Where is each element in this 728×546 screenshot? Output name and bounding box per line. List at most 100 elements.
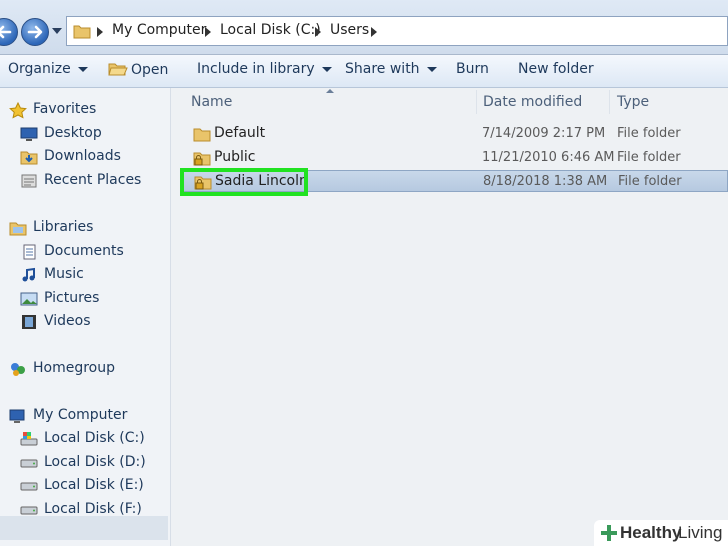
- burn-button[interactable]: Burn: [456, 61, 489, 77]
- breadcrumb-my-computer[interactable]: My Computer: [112, 22, 206, 38]
- back-button[interactable]: [0, 18, 18, 46]
- sort-ascending-icon: [326, 89, 334, 93]
- nav-videos[interactable]: Videos: [22, 313, 91, 329]
- plus-cross-icon: [601, 525, 617, 541]
- downloads-folder-icon: [20, 151, 38, 165]
- nav-downloads-label: Downloads: [44, 148, 121, 164]
- nav-drive-c-label: Local Disk (C:): [44, 430, 145, 446]
- back-arrow-icon: [0, 25, 12, 39]
- nav-recent-places-label: Recent Places: [44, 172, 142, 188]
- breadcrumb-separator-icon[interactable]: [371, 27, 377, 37]
- watermark-text-living: Living: [678, 523, 723, 542]
- nav-downloads[interactable]: Downloads: [20, 148, 121, 165]
- file-name: Default: [214, 125, 266, 141]
- nav-music-label: Music: [44, 266, 84, 282]
- locked-folder-icon: [193, 152, 211, 166]
- nav-recent-places[interactable]: Recent Places: [21, 172, 142, 188]
- nav-drive-c[interactable]: Local Disk (C:): [20, 430, 145, 446]
- nav-homegroup-label: Homegroup: [33, 360, 116, 376]
- file-type: File folder: [617, 126, 681, 141]
- file-list-pane: Name Date modified Type Default 7/14/200…: [171, 88, 728, 546]
- nav-drive-e-label: Local Disk (E:): [44, 477, 144, 493]
- drive-icon: [20, 482, 38, 491]
- watermark-text-healthy: Healthy: [620, 523, 682, 542]
- organize-label: Organize: [8, 61, 71, 77]
- nav-pictures[interactable]: Pictures: [20, 290, 100, 306]
- system-drive-icon: [20, 432, 38, 446]
- drive-icon: [20, 506, 38, 515]
- folder-icon: [193, 128, 211, 142]
- file-date: 7/14/2009 2:17 PM: [482, 126, 606, 141]
- breadcrumb-separator-icon[interactable]: [97, 27, 103, 37]
- address-bar-area: My Computer Local Disk (C:) Users: [0, 0, 728, 55]
- nav-desktop[interactable]: Desktop: [20, 125, 102, 141]
- nav-selection-highlight: [0, 516, 168, 540]
- file-date: 11/21/2010 6:46 AM: [482, 150, 615, 165]
- history-dropdown-icon[interactable]: [52, 28, 62, 35]
- dropdown-arrow-icon: [426, 66, 437, 72]
- desktop-icon: [20, 127, 38, 141]
- share-with-label: Share with: [345, 61, 420, 77]
- file-row-public[interactable]: Public 11/21/2010 6:46 AM File folder: [180, 147, 728, 169]
- nav-favorites-label: Favorites: [33, 101, 97, 117]
- nav-my-computer[interactable]: My Computer: [9, 407, 128, 423]
- nav-music[interactable]: Music: [22, 266, 84, 282]
- nav-libraries-label: Libraries: [33, 219, 94, 235]
- organize-button[interactable]: Organize: [8, 61, 88, 77]
- command-bar: Organize Open Include in library Share w…: [0, 55, 728, 88]
- documents-icon: [23, 244, 36, 260]
- column-header-name[interactable]: Name: [191, 94, 232, 110]
- include-in-library-button[interactable]: Include in library: [197, 61, 332, 77]
- dropdown-arrow-icon: [77, 66, 88, 72]
- file-type: File folder: [617, 150, 681, 165]
- libraries-icon: [9, 222, 27, 236]
- new-folder-button[interactable]: New folder: [518, 61, 594, 77]
- nav-homegroup[interactable]: Homegroup: [11, 360, 116, 376]
- file-date: 8/18/2018 1:38 AM: [483, 174, 608, 189]
- share-with-button[interactable]: Share with: [345, 61, 437, 77]
- open-folder-icon: [108, 63, 128, 76]
- address-input[interactable]: My Computer Local Disk (C:) Users: [66, 16, 728, 46]
- drive-icon: [20, 459, 38, 468]
- column-divider[interactable]: [609, 90, 610, 114]
- nav-documents[interactable]: Documents: [23, 243, 124, 260]
- nav-desktop-label: Desktop: [44, 125, 102, 141]
- homegroup-icon: [11, 363, 25, 376]
- column-divider[interactable]: [476, 90, 477, 114]
- nav-drive-e[interactable]: Local Disk (E:): [20, 477, 144, 493]
- highlight-box: [180, 168, 308, 196]
- breadcrumb-separator-icon[interactable]: [205, 27, 211, 37]
- forward-button[interactable]: [21, 18, 49, 46]
- dropdown-arrow-icon: [321, 66, 332, 72]
- film-strip-icon: [22, 315, 36, 329]
- file-type: File folder: [618, 174, 682, 189]
- column-header-type[interactable]: Type: [617, 94, 649, 110]
- breadcrumb-separator-icon[interactable]: [315, 27, 321, 37]
- breadcrumb-users[interactable]: Users: [330, 22, 369, 38]
- column-header-date-modified[interactable]: Date modified: [483, 94, 582, 110]
- forward-arrow-icon: [27, 25, 43, 39]
- recent-places-icon: [21, 174, 37, 188]
- nav-libraries[interactable]: Libraries: [9, 219, 94, 236]
- include-in-library-label: Include in library: [197, 61, 315, 77]
- star-icon: [9, 102, 27, 119]
- file-name: Public: [214, 149, 256, 165]
- open-button[interactable]: Open: [108, 61, 168, 78]
- folder-icon: [73, 25, 91, 39]
- nav-drive-d-label: Local Disk (D:): [44, 454, 146, 470]
- nav-videos-label: Videos: [44, 313, 91, 329]
- nav-documents-label: Documents: [44, 243, 124, 259]
- pictures-icon: [20, 292, 38, 306]
- nav-pictures-label: Pictures: [44, 290, 100, 306]
- computer-icon: [9, 409, 25, 423]
- music-note-icon: [22, 267, 35, 282]
- nav-my-computer-label: My Computer: [33, 407, 128, 423]
- open-label: Open: [131, 62, 169, 78]
- nav-drive-f[interactable]: Local Disk (F:): [20, 501, 142, 517]
- nav-drive-f-label: Local Disk (F:): [44, 501, 142, 517]
- nav-drive-d[interactable]: Local Disk (D:): [20, 454, 146, 470]
- watermark-logo: Healthy Living: [594, 520, 728, 546]
- file-row-default[interactable]: Default 7/14/2009 2:17 PM File folder: [180, 123, 728, 145]
- nav-favorites[interactable]: Favorites: [9, 101, 97, 119]
- breadcrumb-local-disk-c[interactable]: Local Disk (C:): [220, 22, 321, 38]
